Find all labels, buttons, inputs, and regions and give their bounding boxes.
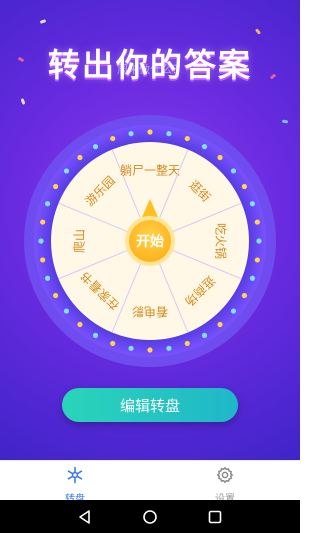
wheel-segment-label: 爬山 [73,229,87,253]
rim-light [166,131,172,137]
rim-light [38,238,44,244]
rim-light [230,168,237,174]
confetti-decoration [254,28,262,35]
tab-wheel[interactable]: 转盘 [40,463,110,505]
rim-light [128,345,134,351]
page-subtitle: 周末做什么？ [117,63,183,76]
rim-light [241,292,247,299]
rim-light [147,129,153,135]
rim-light [217,321,223,328]
confetti-decoration [20,98,26,105]
rim-light [63,168,70,174]
rim-light [128,131,134,137]
edit-wheel-button[interactable]: 编辑转盘 [62,388,238,422]
rim-light [44,275,51,281]
rim-light [184,135,190,142]
hero-background: 转出你的答案 周末做什么？ 躺尸一整天 逛街 吃火锅 逛商场 看电影 在家看书 爬山 游乐园开… [0,0,300,460]
rim-light [77,321,83,328]
rim-light [40,257,46,263]
start-button-label[interactable]: 开始 [136,233,164,250]
rim-light [63,308,70,314]
rim-light [92,144,99,150]
rim-light [201,332,208,338]
rim-light [254,257,260,263]
wheel-segment-label: 躺尸一整天 [120,163,180,178]
rim-light [217,154,223,161]
rim-light [110,135,116,142]
rim-light [256,238,262,244]
wheel-segment-label: 看电影 [132,305,168,319]
snowflake-icon [67,466,83,484]
rim-light [40,219,46,225]
gear-icon [216,466,234,484]
rim-light [166,345,172,351]
rim-light [53,183,59,190]
rim-light [147,347,153,353]
rim-light [77,154,83,161]
wheel-graphic: 躺尸一整天逛街吃火锅逛商场看电影在家看书爬山游乐园开始 [24,115,276,367]
bottom-tab-bar: 转盘 设置 [0,460,300,505]
rim-light [254,219,260,225]
tab-settings[interactable]: 设置 [190,463,260,505]
recents-icon[interactable] [206,508,224,526]
home-icon[interactable] [141,508,159,526]
rim-light [249,275,256,281]
rim-light [44,201,51,207]
confetti-decoration [281,119,289,124]
confetti-decoration [39,19,47,24]
back-icon[interactable] [76,508,94,526]
rim-light [184,340,190,347]
system-navigation-bar [0,500,300,533]
rim-light [92,332,99,338]
rim-light [249,201,256,207]
rim-light [53,292,59,299]
rim-light [110,340,116,347]
rim-light [201,144,208,150]
wheel-segment-label: 吃火锅 [214,223,229,259]
spin-wheel[interactable]: 躺尸一整天 逛街 吃火锅 逛商场 看电影 在家看书 爬山 游乐园 开始 [22,113,278,369]
rim-light [241,183,247,190]
rim-light [230,308,237,314]
